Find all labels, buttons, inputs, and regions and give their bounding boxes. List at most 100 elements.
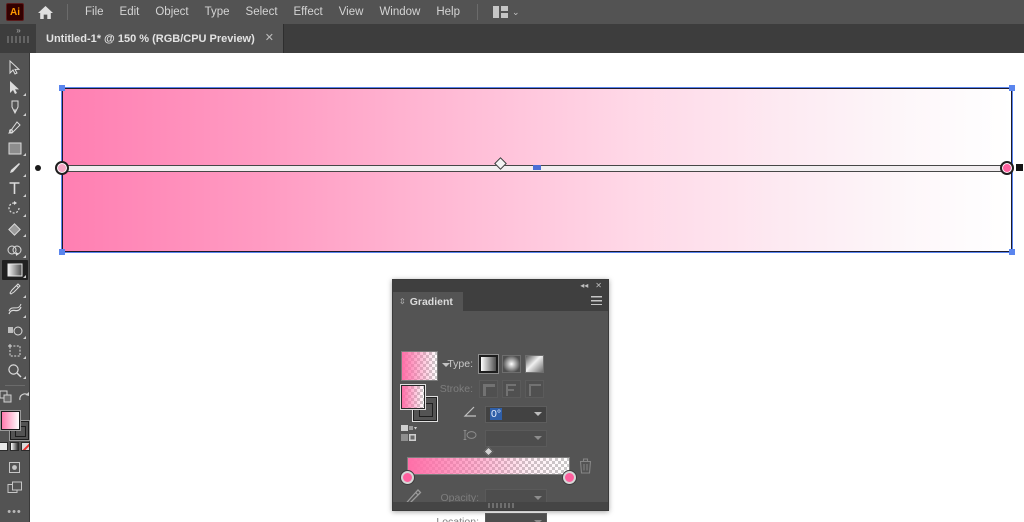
panel-title-bar[interactable]: ◂◂ ✕ bbox=[393, 280, 608, 292]
tool-flyout-indicator bbox=[22, 376, 26, 379]
paintbrush-tool[interactable] bbox=[2, 158, 28, 178]
angle-row: 0° bbox=[463, 405, 547, 423]
chevron-down-icon bbox=[534, 436, 542, 440]
aspect-ratio-icon bbox=[463, 429, 478, 447]
type-linear-gradient-button[interactable] bbox=[478, 354, 499, 374]
panel-menu-icon[interactable] bbox=[591, 296, 602, 305]
panel-collapse-zone[interactable]: » bbox=[0, 24, 36, 53]
artboard-tool[interactable] bbox=[2, 341, 28, 361]
tool-flyout-indicator bbox=[22, 335, 26, 339]
symbol-sprayer-tool[interactable] bbox=[2, 320, 28, 340]
document-tab-title: Untitled-1* @ 150 % (RGB/CPU Preview) bbox=[46, 32, 255, 45]
panel-collapse-icon[interactable]: ◂◂ bbox=[580, 282, 588, 290]
drawing-mode-icon[interactable] bbox=[2, 457, 28, 477]
chevron-down-icon bbox=[534, 495, 542, 500]
gradient-slider-stop-start[interactable] bbox=[401, 471, 414, 484]
app-logo-icon: Ai bbox=[6, 3, 24, 21]
fill-swatch[interactable] bbox=[0, 410, 20, 430]
color-swatch-icon[interactable] bbox=[0, 442, 8, 452]
angle-icon bbox=[463, 405, 478, 423]
tool-flyout-indicator bbox=[22, 234, 26, 238]
type-tool[interactable] bbox=[2, 179, 28, 199]
illustrator-window: Ai File Edit Object Type Select Effect V… bbox=[0, 0, 1024, 522]
gradient-endpoint-square[interactable] bbox=[1016, 164, 1023, 171]
document-canvas[interactable]: ◂◂ ✕ ⇳ Gradient Type: Stroke: 0° Opacity… bbox=[30, 53, 1024, 522]
menu-item-view[interactable]: View bbox=[331, 3, 372, 21]
none-swatch-icon[interactable] bbox=[21, 442, 30, 452]
workspace-switcher[interactable]: ⌄ bbox=[487, 6, 526, 18]
gradient-annotator-tick bbox=[533, 165, 541, 170]
gradient-swatch-icon[interactable] bbox=[10, 442, 19, 452]
gradient-stop-start-handle[interactable] bbox=[55, 161, 69, 175]
menu-item-select[interactable]: Select bbox=[238, 3, 286, 21]
panel-mode-icons bbox=[401, 425, 423, 443]
menu-item-help[interactable]: Help bbox=[428, 3, 468, 21]
gradient-stop-end-handle[interactable] bbox=[1000, 161, 1014, 175]
tab-gradient[interactable]: ⇳ Gradient bbox=[393, 292, 463, 311]
menu-item-object[interactable]: Object bbox=[147, 3, 196, 21]
more-tools-icon[interactable]: ••• bbox=[2, 502, 28, 522]
gradient-preview-swatch[interactable] bbox=[401, 351, 438, 381]
type-row: Type: bbox=[439, 354, 548, 374]
toolbar-grip[interactable] bbox=[7, 36, 29, 43]
aspect-ratio-field bbox=[485, 429, 547, 447]
tool-flyout-indicator bbox=[22, 315, 26, 319]
menu-items: File Edit Object Type Select Effect View… bbox=[77, 3, 468, 21]
rectangle-tool[interactable] bbox=[2, 138, 28, 158]
stroke-within-button bbox=[479, 380, 498, 398]
menu-item-effect[interactable]: Effect bbox=[286, 3, 331, 21]
default-fill-stroke-icon[interactable] bbox=[18, 390, 30, 408]
shape-builder-tool[interactable] bbox=[2, 239, 28, 259]
chevron-down-icon: ⌄ bbox=[512, 6, 520, 17]
eyedropper-tool[interactable] bbox=[2, 280, 28, 300]
color-mode-row bbox=[0, 442, 30, 452]
close-icon[interactable]: ✕ bbox=[265, 33, 274, 44]
blend-tool[interactable] bbox=[2, 300, 28, 320]
rotate-tool[interactable] bbox=[2, 199, 28, 219]
toolbar-divider bbox=[4, 385, 25, 386]
angle-value: 0° bbox=[490, 408, 503, 420]
panel-fill-swatch[interactable] bbox=[401, 385, 425, 409]
close-icon[interactable]: ✕ bbox=[595, 282, 602, 290]
trash-icon[interactable] bbox=[579, 458, 592, 474]
menu-item-file[interactable]: File bbox=[77, 3, 112, 21]
stroke-along-button bbox=[525, 380, 544, 398]
workspace-layout-icon bbox=[493, 6, 508, 18]
gradient-panel: ◂◂ ✕ ⇳ Gradient Type: Stroke: 0° Opacity… bbox=[392, 279, 609, 522]
pen-tool[interactable] bbox=[2, 98, 28, 118]
menu-item-type[interactable]: Type bbox=[197, 3, 238, 21]
gradient-slider-stop-end[interactable] bbox=[563, 471, 576, 484]
type-label: Type: bbox=[447, 358, 473, 370]
collapse-icon[interactable]: » bbox=[0, 26, 36, 35]
tools-panel: ••• bbox=[0, 53, 30, 522]
menu-item-window[interactable]: Window bbox=[371, 3, 428, 21]
screen-mode-icon[interactable] bbox=[2, 478, 28, 498]
fill-stroke-indicator[interactable] bbox=[0, 410, 29, 440]
home-icon[interactable] bbox=[32, 0, 58, 24]
location-row: Location: bbox=[429, 513, 547, 522]
type-radial-gradient-button[interactable] bbox=[502, 355, 521, 373]
tool-flyout-indicator bbox=[22, 355, 26, 359]
menu-item-edit[interactable]: Edit bbox=[112, 3, 148, 21]
gradient-slider-midpoint[interactable] bbox=[483, 446, 494, 457]
swap-fill-stroke-icon[interactable] bbox=[0, 390, 12, 408]
selection-tool[interactable] bbox=[2, 57, 28, 77]
stroke-label: Stroke: bbox=[439, 383, 473, 395]
zoom-tool[interactable] bbox=[2, 361, 28, 381]
chevron-down-icon[interactable] bbox=[534, 412, 542, 416]
curvature-tool[interactable] bbox=[2, 118, 28, 138]
direct-selection-tool[interactable] bbox=[2, 77, 28, 97]
type-freeform-gradient-button[interactable] bbox=[525, 355, 544, 373]
angle-field[interactable]: 0° bbox=[485, 405, 547, 423]
panel-resize-grip[interactable] bbox=[393, 502, 608, 510]
tool-flyout-indicator bbox=[22, 173, 26, 177]
gradient-slider[interactable] bbox=[401, 446, 576, 484]
tool-flyout-indicator bbox=[22, 153, 26, 157]
scale-tool[interactable] bbox=[2, 219, 28, 239]
tool-flyout-indicator bbox=[22, 254, 26, 258]
panel-grip-dots bbox=[487, 503, 514, 508]
gradient-tool[interactable] bbox=[1, 259, 28, 280]
gradient-slider-track[interactable] bbox=[407, 457, 570, 475]
document-tab[interactable]: Untitled-1* @ 150 % (RGB/CPU Preview) ✕ bbox=[36, 24, 284, 53]
tool-flyout-indicator bbox=[22, 92, 26, 96]
